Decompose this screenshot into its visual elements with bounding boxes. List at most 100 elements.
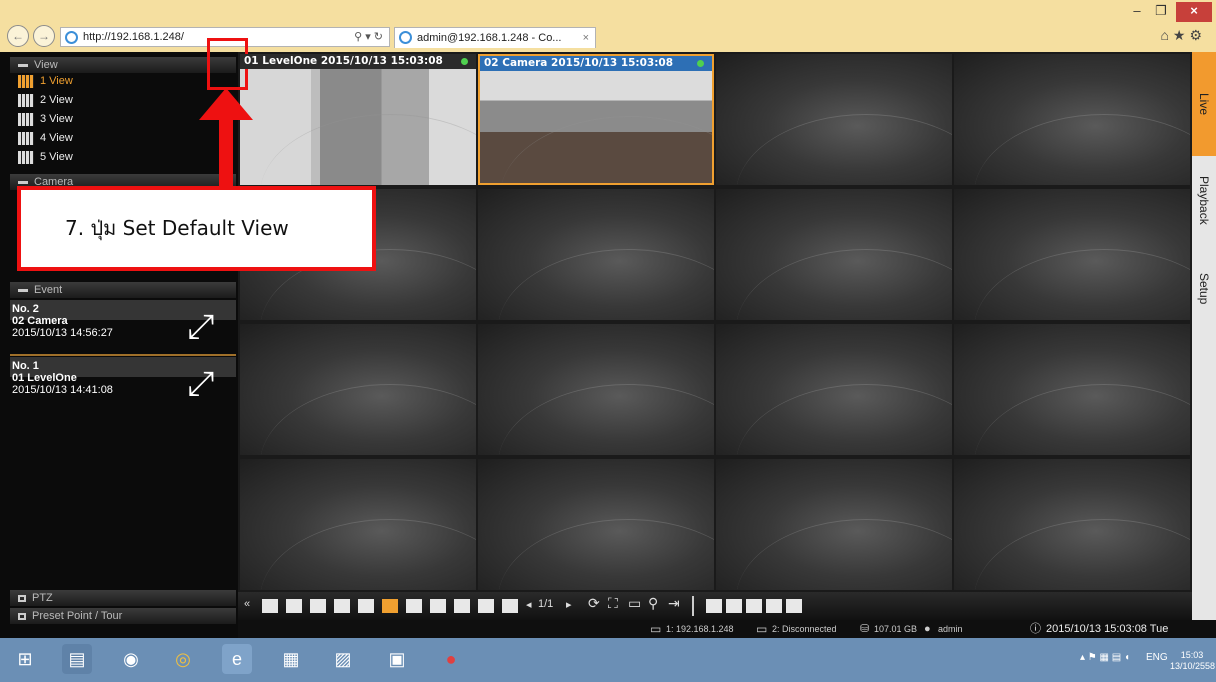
server-status: 1: 192.168.1.248 [666,624,734,634]
camera-cell-1[interactable]: 01 LevelOne 2015/10/13 15:03:08 [240,54,476,185]
close-all-button[interactable] [726,599,742,613]
snapshot-button[interactable] [706,599,722,613]
camera-cell-empty[interactable] [954,324,1190,455]
datetime: 2015/10/13 15:03:08 Tue [1046,623,1169,635]
camera-cell-empty[interactable] [716,324,952,455]
event-item[interactable]: No. 2 02 Camera 2015/10/13 14:56:27 ⤢ [10,300,236,350]
tab-live[interactable]: Live [1192,52,1216,156]
view-item-2[interactable]: 2 View [18,92,73,109]
side-tab-filler [1192,334,1216,620]
webcam-icon[interactable]: ◉ [116,644,146,674]
status-dot-icon [461,58,468,65]
layout-b-button[interactable] [430,599,446,613]
layout-9-button[interactable] [334,599,350,613]
grid-icon [18,132,34,145]
camera-cell-empty[interactable] [240,459,476,590]
language-indicator[interactable]: ENG [1146,652,1168,663]
layout-4-button[interactable] [310,599,326,613]
disk-icon: ⛁ [860,623,870,635]
close-window-button[interactable]: × [1176,2,1212,22]
camera-cell-empty[interactable] [716,189,952,320]
tray-icons[interactable]: ▴ ⚑ ▦ ▤ ◖ [1080,652,1130,663]
page-prev-button[interactable]: ◂ [526,598,532,611]
camera-cell-empty[interactable] [240,324,476,455]
search-refresh-icon[interactable]: ⚲ ▾ ↻ [354,28,383,46]
reconnect-button[interactable] [786,599,802,613]
file-explorer-icon[interactable]: ▤ [62,644,92,674]
layout-e-button[interactable] [502,599,518,613]
grid-icon [18,94,34,107]
back-button[interactable]: ← [7,25,29,47]
tab-playback[interactable]: Playback [1192,156,1216,244]
ie-icon [399,31,412,44]
start-icon[interactable]: ⊞ [10,644,40,674]
toolbar-divider [692,596,694,616]
user-name: admin [938,624,963,634]
layout-d-button[interactable] [478,599,494,613]
fullscreen-icon[interactable]: ⛶ [608,595,618,612]
left-panel: View 1 View 2 View 3 View 4 View 5 View … [0,52,238,620]
remote-desktop-icon[interactable]: ▣ [382,644,412,674]
camera-cell-empty[interactable] [478,459,714,590]
view-item-4[interactable]: 4 View [18,130,73,147]
layout-toolbar: « ◂ 1/1 ▸ ⟳ ⛶ ▭ ⚲ ⇥ [238,592,1192,620]
event-item[interactable]: No. 1 01 LevelOne 2015/10/13 14:41:08 ⤢ [10,357,236,407]
layout-1-button[interactable] [262,599,278,613]
disconnected-icon: ▭ [756,622,768,636]
view-section-header[interactable]: View [10,57,236,73]
monitor-icon: ▭ [650,622,662,636]
disconnected-status: 2: Disconnected [772,624,837,634]
tab-setup[interactable]: Setup [1192,244,1216,334]
sequence-icon[interactable]: ⟳ [588,595,600,612]
camera-title: 02 Camera 2015/10/13 15:03:08 [480,56,712,71]
layout-16-button[interactable] [382,599,398,613]
search-icon[interactable]: ⚲ [648,595,658,612]
refresh-button[interactable] [766,599,782,613]
page-next-button[interactable]: ▸ [566,598,572,611]
fast-forward-button[interactable] [746,599,762,613]
paint-icon[interactable]: ▨ [328,644,358,674]
layout-2-button[interactable] [286,599,302,613]
camera-cell-2[interactable]: 02 Camera 2015/10/13 15:03:08 [478,54,714,185]
chrome-icon[interactable]: ◎ [168,644,198,674]
camera-cell-empty[interactable] [478,324,714,455]
view-item-3[interactable]: 3 View [18,111,73,128]
event-section-header[interactable]: Event [10,282,236,298]
annotation-arrow-shaft [219,118,233,186]
tab-close-icon[interactable]: × [583,28,589,48]
view-item-5[interactable]: 5 View [18,149,73,166]
divider [10,354,236,356]
layout-a-button[interactable] [406,599,422,613]
ptz-section-header[interactable]: PTZ [10,590,236,606]
camera-cell-empty[interactable] [716,54,952,185]
playback-arrows-icon[interactable]: ⤢ [180,306,222,348]
info-icon: ⓘ [1030,623,1041,635]
camera-cell-empty[interactable] [954,459,1190,590]
view-item-1[interactable]: 1 View [18,73,73,90]
export-icon[interactable]: ⇥ [668,595,680,612]
forward-button[interactable]: → [33,25,55,47]
monitor-icon[interactable]: ▭ [628,595,641,612]
restore-button[interactable]: ❐ [1150,2,1172,22]
layout-c-button[interactable] [454,599,470,613]
minimize-button[interactable]: – [1126,2,1148,22]
collapse-button[interactable]: « [244,598,250,610]
camera-cell-empty[interactable] [954,54,1190,185]
layout-10-button[interactable] [358,599,374,613]
user-icon: ● [924,623,931,635]
camera-cell-empty[interactable] [716,459,952,590]
record-icon[interactable]: ● [436,644,466,674]
preset-section-header[interactable]: Preset Point / Tour [10,608,236,624]
grid-icon [18,75,34,88]
camera-cell-empty[interactable] [954,189,1190,320]
browser-toolbar: – ❐ × ← → http://192.168.1.248/ ⚲ ▾ ↻ ad… [0,0,1216,52]
status-dot-icon [697,60,704,67]
left-bottom-panel: PTZ Preset Point / Tour [0,588,238,638]
app-grid-icon[interactable]: ▦ [276,644,306,674]
home-favorites-settings-icons[interactable]: ⌂★⚙ [1160,27,1206,44]
playback-arrows-icon[interactable]: ⤢ [180,363,222,405]
taskbar-clock[interactable]: 15:03 13/10/2558 [1170,650,1215,672]
ie-icon[interactable]: e [222,644,252,674]
browser-tab[interactable]: admin@192.168.1.248 - Co... × [394,27,596,48]
camera-cell-empty[interactable] [478,189,714,320]
